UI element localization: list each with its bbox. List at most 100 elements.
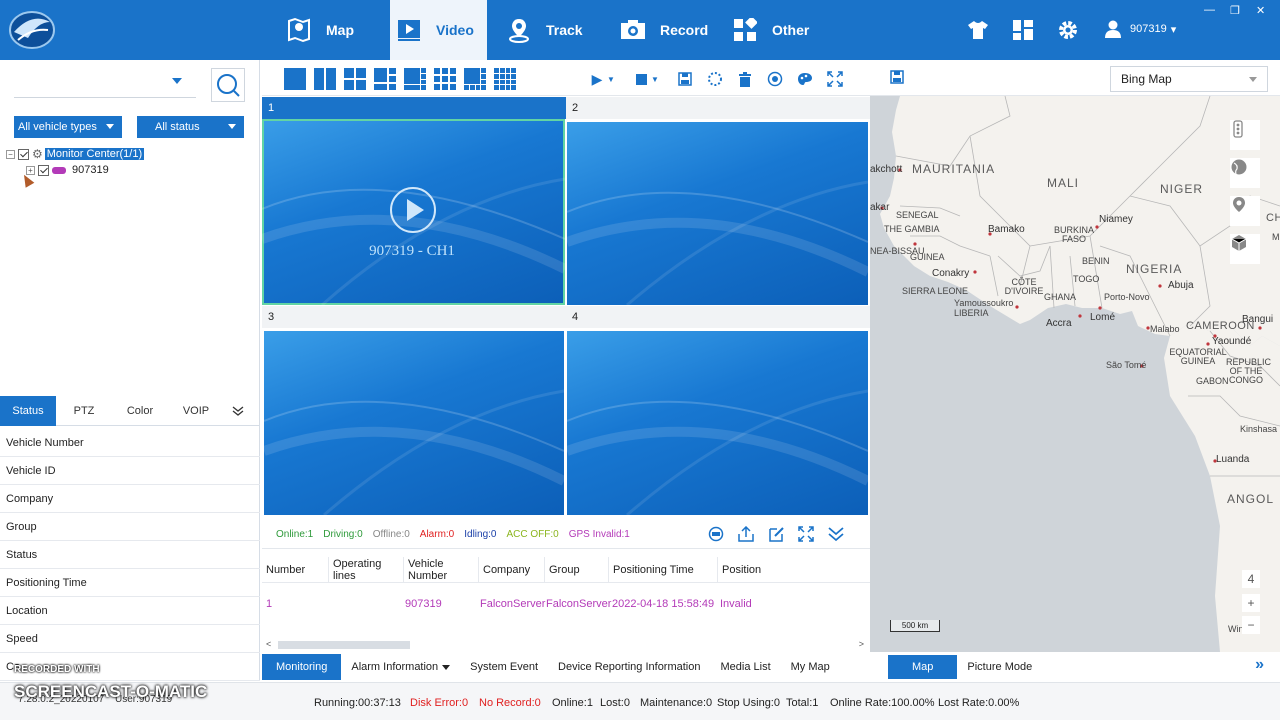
gear-icon[interactable] — [1056, 18, 1080, 42]
tabs-more-icon[interactable] — [224, 396, 252, 426]
tree-root-node[interactable]: − ⚙ Monitor Center(1/1) — [6, 146, 145, 162]
map-label-niger: NIGER — [1160, 182, 1204, 196]
idling-count[interactable]: Idling:0 — [464, 529, 496, 540]
minimize-icon[interactable]: — — [1204, 4, 1215, 16]
gps-invalid-count[interactable]: GPS Invalid:1 — [569, 529, 630, 540]
tab-my-map[interactable]: My Map — [781, 654, 840, 680]
nav-tab-track[interactable]: Track — [506, 0, 606, 60]
delete-icon[interactable] — [734, 68, 756, 90]
map-provider-select[interactable]: Bing Map — [1110, 66, 1268, 92]
column-header[interactable]: Company — [479, 557, 545, 583]
double-chevron-right-icon[interactable]: » — [1255, 656, 1264, 674]
nav-tab-map[interactable]: Map — [282, 0, 382, 60]
acc-off-count[interactable]: ACC OFF:0 — [506, 529, 558, 540]
loading-spinner-icon[interactable] — [704, 68, 726, 90]
save-icon[interactable] — [674, 68, 696, 90]
scrollbar-thumb[interactable] — [278, 641, 410, 649]
tab-ptz[interactable]: PTZ — [56, 396, 112, 426]
video-cell-2[interactable] — [567, 122, 868, 305]
user-menu[interactable]: 907319 ▾ — [1104, 20, 1176, 38]
tab-voip[interactable]: VOIP — [168, 396, 224, 426]
palette-icon[interactable] — [794, 68, 816, 90]
vehicle-type-filter[interactable]: All vehicle types — [14, 116, 122, 138]
map-city-kinshasa: Kinshasa — [1240, 424, 1278, 434]
vehicle-search-select[interactable] — [14, 68, 196, 98]
map-view[interactable]: MAURITANIA MALI NIGER NIGERIA CAMEROON G… — [870, 96, 1280, 652]
map-label-senegal: SENEGAL — [896, 210, 939, 220]
video-cell-header-1[interactable]: 1 — [262, 97, 566, 119]
play-dropdown-icon[interactable]: ▼ — [606, 68, 616, 90]
column-header[interactable]: Vehicle Number — [404, 557, 479, 583]
tab-monitoring[interactable]: Monitoring — [262, 654, 342, 680]
column-header[interactable]: Group — [545, 557, 609, 583]
collapse-panel-icon[interactable] — [826, 524, 846, 544]
driving-count[interactable]: Driving:0 — [323, 529, 362, 540]
column-header[interactable]: Positioning Time — [609, 557, 718, 583]
close-icon[interactable]: ✕ — [1256, 4, 1265, 17]
scroll-left-icon[interactable]: < — [266, 639, 271, 649]
nav-tab-other[interactable]: Other — [732, 0, 832, 60]
online-count[interactable]: Online:1 — [276, 529, 313, 540]
locate-icon[interactable] — [706, 524, 726, 544]
tab-system-event[interactable]: System Event — [460, 654, 548, 680]
location-marker-icon[interactable] — [1230, 196, 1260, 226]
column-header[interactable]: Number — [262, 557, 329, 583]
play-all-icon[interactable]: ▶ — [586, 68, 608, 90]
picture-mode-button[interactable]: Picture Mode — [957, 655, 1042, 679]
capture-icon[interactable] — [764, 68, 786, 90]
search-button[interactable] — [211, 68, 245, 102]
video-cell-header-2[interactable]: 2 — [566, 97, 870, 119]
edit-icon[interactable] — [766, 524, 786, 544]
tab-status[interactable]: Status — [0, 396, 56, 426]
layout-8-icon[interactable] — [404, 68, 426, 90]
status-filter[interactable]: All status — [137, 116, 244, 138]
column-header[interactable]: Operating lines — [329, 557, 404, 583]
zoom-in-button[interactable]: + — [1242, 594, 1260, 612]
export-icon[interactable] — [736, 524, 756, 544]
video-cell-1[interactable]: 907319 - CH1 — [262, 119, 565, 305]
shirt-icon[interactable] — [966, 18, 990, 42]
map-save-icon[interactable] — [890, 70, 904, 87]
horizontal-scrollbar[interactable]: < > — [262, 639, 870, 651]
stop-using-total: Stop Using:0 — [717, 697, 780, 709]
3d-box-icon[interactable] — [1230, 234, 1260, 264]
layout-9-icon[interactable] — [434, 68, 456, 90]
scroll-right-icon[interactable]: > — [859, 639, 864, 649]
layout-6-icon[interactable] — [374, 68, 396, 90]
video-cell-header-3[interactable]: 3 — [262, 306, 566, 328]
zoom-out-button[interactable]: − — [1242, 616, 1260, 634]
traffic-light-icon[interactable] — [1230, 120, 1260, 150]
collapse-icon[interactable]: − — [6, 149, 15, 159]
video-cell-header-4[interactable]: 4 — [566, 306, 870, 328]
tab-media-list[interactable]: Media List — [711, 654, 781, 680]
tree-vehicle-node[interactable]: + 907319 — [26, 162, 144, 178]
fullscreen-icon[interactable] — [824, 68, 846, 90]
play-video-button[interactable] — [390, 187, 436, 233]
stop-dropdown-icon[interactable]: ▼ — [650, 68, 660, 90]
layout-1-icon[interactable] — [284, 68, 306, 90]
layout-10-icon[interactable] — [464, 68, 486, 90]
tab-device-reporting[interactable]: Device Reporting Information — [548, 654, 710, 680]
layout-4-icon[interactable] — [344, 68, 366, 90]
nav-tab-video[interactable]: Video — [390, 0, 487, 60]
video-cell-3[interactable] — [264, 331, 564, 515]
tree-vehicle-checkbox[interactable] — [38, 164, 49, 176]
nav-tab-record[interactable]: Record — [620, 0, 720, 60]
alarm-count[interactable]: Alarm:0 — [420, 529, 454, 540]
dashboard-layout-icon[interactable] — [1011, 18, 1035, 42]
table-row[interactable]: 1 907319 FalconServer FalconServer 2022-… — [262, 593, 870, 615]
expand-panel-icon[interactable] — [796, 524, 816, 544]
stop-all-icon[interactable] — [630, 68, 652, 90]
globe-icon[interactable] — [1230, 158, 1260, 188]
layout-16-icon[interactable] — [494, 68, 516, 90]
tab-color[interactable]: Color — [112, 396, 168, 426]
column-header[interactable]: Position — [718, 557, 868, 583]
map-mode-button[interactable]: Map — [888, 655, 958, 679]
offline-count[interactable]: Offline:0 — [373, 529, 410, 540]
layout-2-icon[interactable] — [314, 68, 336, 90]
video-cell-4[interactable] — [567, 331, 868, 515]
restore-icon[interactable]: ❐ — [1230, 4, 1240, 17]
tree-root-checkbox[interactable] — [18, 148, 29, 160]
video-play-icon — [396, 17, 422, 43]
tab-alarm-information[interactable]: Alarm Information — [341, 654, 460, 680]
